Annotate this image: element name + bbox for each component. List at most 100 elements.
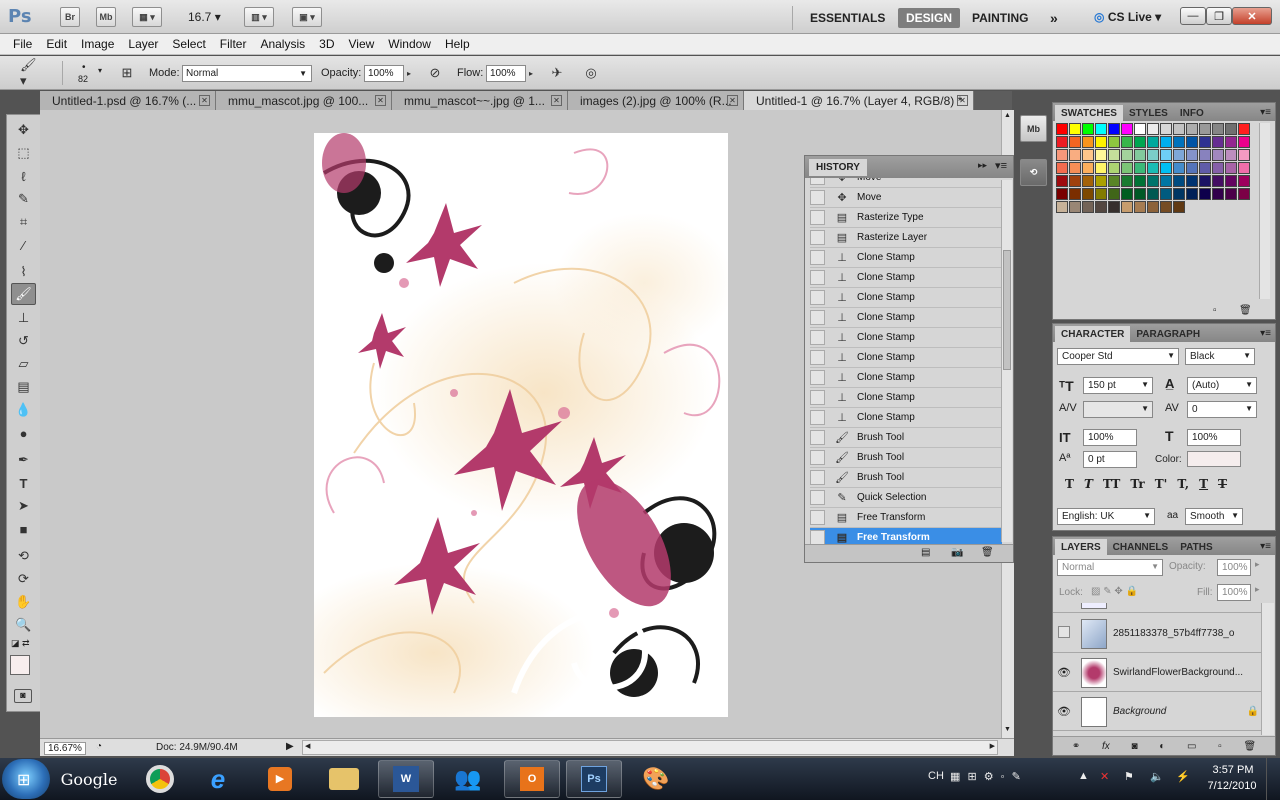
color-swatch[interactable] bbox=[1212, 162, 1224, 174]
taskbar-paint[interactable]: 🎨 bbox=[628, 760, 684, 798]
menu-view[interactable]: View bbox=[341, 37, 381, 51]
zoom-tool[interactable]: 🔍 bbox=[11, 614, 36, 636]
color-swatch[interactable] bbox=[1199, 123, 1211, 135]
antialias-select[interactable]: Smooth ▼ bbox=[1185, 508, 1243, 525]
all-caps-button[interactable]: TT bbox=[1103, 477, 1120, 491]
shape-tool[interactable]: ■ bbox=[11, 518, 36, 540]
color-swatch[interactable] bbox=[1082, 149, 1094, 161]
history-item[interactable]: ⊥ Clone Stamp bbox=[810, 328, 1002, 348]
color-swatch[interactable] bbox=[1238, 188, 1250, 200]
history-item[interactable]: ⊥ Clone Stamp bbox=[810, 408, 1002, 428]
panel-menu-icon[interactable]: ▾≡ bbox=[995, 159, 1007, 172]
color-swatch[interactable] bbox=[1186, 162, 1198, 174]
workspace-design[interactable]: DESIGN bbox=[898, 8, 961, 28]
gradient-tool[interactable]: ▤ bbox=[11, 376, 36, 398]
arrow-right-icon[interactable]: ▸ bbox=[1255, 559, 1260, 570]
restore-button[interactable]: ❐ bbox=[1206, 7, 1232, 25]
layer-row[interactable] bbox=[1053, 603, 1261, 613]
history-item[interactable]: ▤ Rasterize Type bbox=[810, 208, 1002, 228]
clock-time[interactable]: 3:57 PM bbox=[1208, 764, 1258, 776]
underline-button[interactable]: T bbox=[1199, 477, 1208, 491]
tab-close-icon[interactable]: ✕ bbox=[375, 95, 386, 106]
color-swatch[interactable] bbox=[1199, 175, 1211, 187]
history-scroll-thumb[interactable] bbox=[1003, 250, 1011, 370]
layer-mask-icon[interactable]: ◙ bbox=[1131, 741, 1137, 752]
color-swatch[interactable] bbox=[1186, 136, 1198, 148]
history-item[interactable]: ▤ Free Transform bbox=[810, 528, 1002, 544]
history-brush-source-checkbox[interactable] bbox=[810, 310, 825, 325]
tab-close-icon[interactable]: ✕ bbox=[957, 95, 968, 106]
tab-styles[interactable]: STYLES bbox=[1123, 105, 1174, 121]
color-swatch[interactable] bbox=[1134, 123, 1146, 135]
scroll-up-icon[interactable]: ▲ bbox=[1004, 112, 1011, 119]
history-item[interactable]: ▤ Rasterize Layer bbox=[810, 228, 1002, 248]
scroll-right-icon[interactable]: ▶ bbox=[990, 742, 995, 750]
tool-preset-picker[interactable]: 🖌▾ bbox=[20, 57, 42, 88]
color-swatch[interactable] bbox=[1147, 149, 1159, 161]
tab-untitled-1-psd[interactable]: Untitled-1.psd @ 16.7% (... ✕ bbox=[40, 91, 216, 110]
color-swatch[interactable] bbox=[1069, 149, 1081, 161]
view-extras-button[interactable]: ▦ ▾ bbox=[132, 7, 162, 27]
history-item[interactable]: ✎ Quick Selection bbox=[810, 488, 1002, 508]
color-swatch[interactable] bbox=[1069, 123, 1081, 135]
baseline-shift-input[interactable]: 0 pt bbox=[1083, 451, 1137, 468]
color-swatch[interactable] bbox=[1082, 201, 1094, 213]
power-icon[interactable]: ⚡ bbox=[1176, 770, 1190, 783]
eye-icon[interactable]: 👁 bbox=[1053, 666, 1075, 679]
collapse-icon[interactable]: ▸▸ bbox=[978, 160, 987, 171]
color-swatch[interactable] bbox=[1160, 149, 1172, 161]
menu-window[interactable]: Window bbox=[381, 37, 438, 51]
color-swatch[interactable] bbox=[1160, 201, 1172, 213]
pressure-opacity-button[interactable]: ⊘ bbox=[424, 63, 446, 83]
lasso-tool[interactable]: ℓ bbox=[11, 165, 36, 187]
move-tool[interactable]: ✥ bbox=[11, 119, 36, 141]
tab-mmu-mascot[interactable]: mmu_mascot.jpg @ 100... ✕ bbox=[216, 91, 392, 110]
workspace-essentials[interactable]: ESSENTIALS bbox=[802, 8, 893, 28]
color-swatch[interactable] bbox=[1056, 175, 1068, 187]
color-swatch[interactable] bbox=[1199, 149, 1211, 161]
flow-slider-button[interactable]: ▸ bbox=[524, 63, 538, 83]
history-brush-source-checkbox[interactable] bbox=[810, 390, 825, 405]
color-swatch[interactable] bbox=[1212, 149, 1224, 161]
brush-tool[interactable]: 🖌 bbox=[11, 283, 36, 305]
canvas-horizontal-scrollbar[interactable]: ◀ ▶ bbox=[302, 740, 998, 755]
color-swatch[interactable] bbox=[1186, 149, 1198, 161]
history-brush-source-checkbox[interactable] bbox=[810, 290, 825, 305]
color-swatch[interactable] bbox=[1069, 188, 1081, 200]
adjustment-layer-icon[interactable]: ◐ bbox=[1159, 741, 1165, 752]
color-swatch[interactable] bbox=[1173, 149, 1185, 161]
color-swatch[interactable] bbox=[1056, 123, 1068, 135]
color-swatch[interactable] bbox=[1095, 149, 1107, 161]
layer-row[interactable]: 👁 SwirlandFlowerBackground... bbox=[1053, 654, 1261, 692]
menu-select[interactable]: Select bbox=[165, 37, 212, 51]
blur-tool[interactable]: 💧 bbox=[11, 399, 36, 421]
color-swatch[interactable] bbox=[1121, 162, 1133, 174]
color-swatch[interactable] bbox=[1134, 175, 1146, 187]
color-swatch[interactable] bbox=[1121, 201, 1133, 213]
workspace-painting[interactable]: PAINTING bbox=[964, 8, 1036, 28]
menu-analysis[interactable]: Analysis bbox=[253, 37, 312, 51]
color-swatch[interactable] bbox=[1134, 201, 1146, 213]
color-swatch[interactable] bbox=[1082, 123, 1094, 135]
input-language[interactable]: CH bbox=[928, 770, 944, 782]
tab-paragraph[interactable]: PARAGRAPH bbox=[1130, 326, 1206, 342]
color-swatch[interactable] bbox=[1225, 175, 1237, 187]
tab-channels[interactable]: CHANNELS bbox=[1107, 539, 1175, 555]
start-button[interactable]: ⊞ bbox=[2, 759, 50, 799]
color-swatch[interactable] bbox=[1108, 175, 1120, 187]
color-swatch[interactable] bbox=[1147, 201, 1159, 213]
color-swatch[interactable] bbox=[1212, 123, 1224, 135]
color-swatch[interactable] bbox=[1186, 123, 1198, 135]
tab-images-2[interactable]: images (2).jpg @ 100% (R... ✕ bbox=[568, 91, 744, 110]
history-item[interactable]: ⊥ Clone Stamp bbox=[810, 348, 1002, 368]
scroll-down-icon[interactable]: ▼ bbox=[1004, 726, 1011, 733]
menu-image[interactable]: Image bbox=[74, 37, 121, 51]
new-swatch-icon[interactable]: ▫ bbox=[1213, 305, 1217, 316]
color-swatch[interactable] bbox=[1225, 123, 1237, 135]
color-swatch[interactable] bbox=[1134, 136, 1146, 148]
layers-scrollbar[interactable] bbox=[1261, 603, 1274, 735]
history-item[interactable]: ⊥ Clone Stamp bbox=[810, 288, 1002, 308]
color-swatch[interactable] bbox=[1082, 162, 1094, 174]
panel-menu-icon[interactable]: ▾≡ bbox=[1260, 541, 1271, 552]
history-brush-source-checkbox[interactable] bbox=[810, 270, 825, 285]
